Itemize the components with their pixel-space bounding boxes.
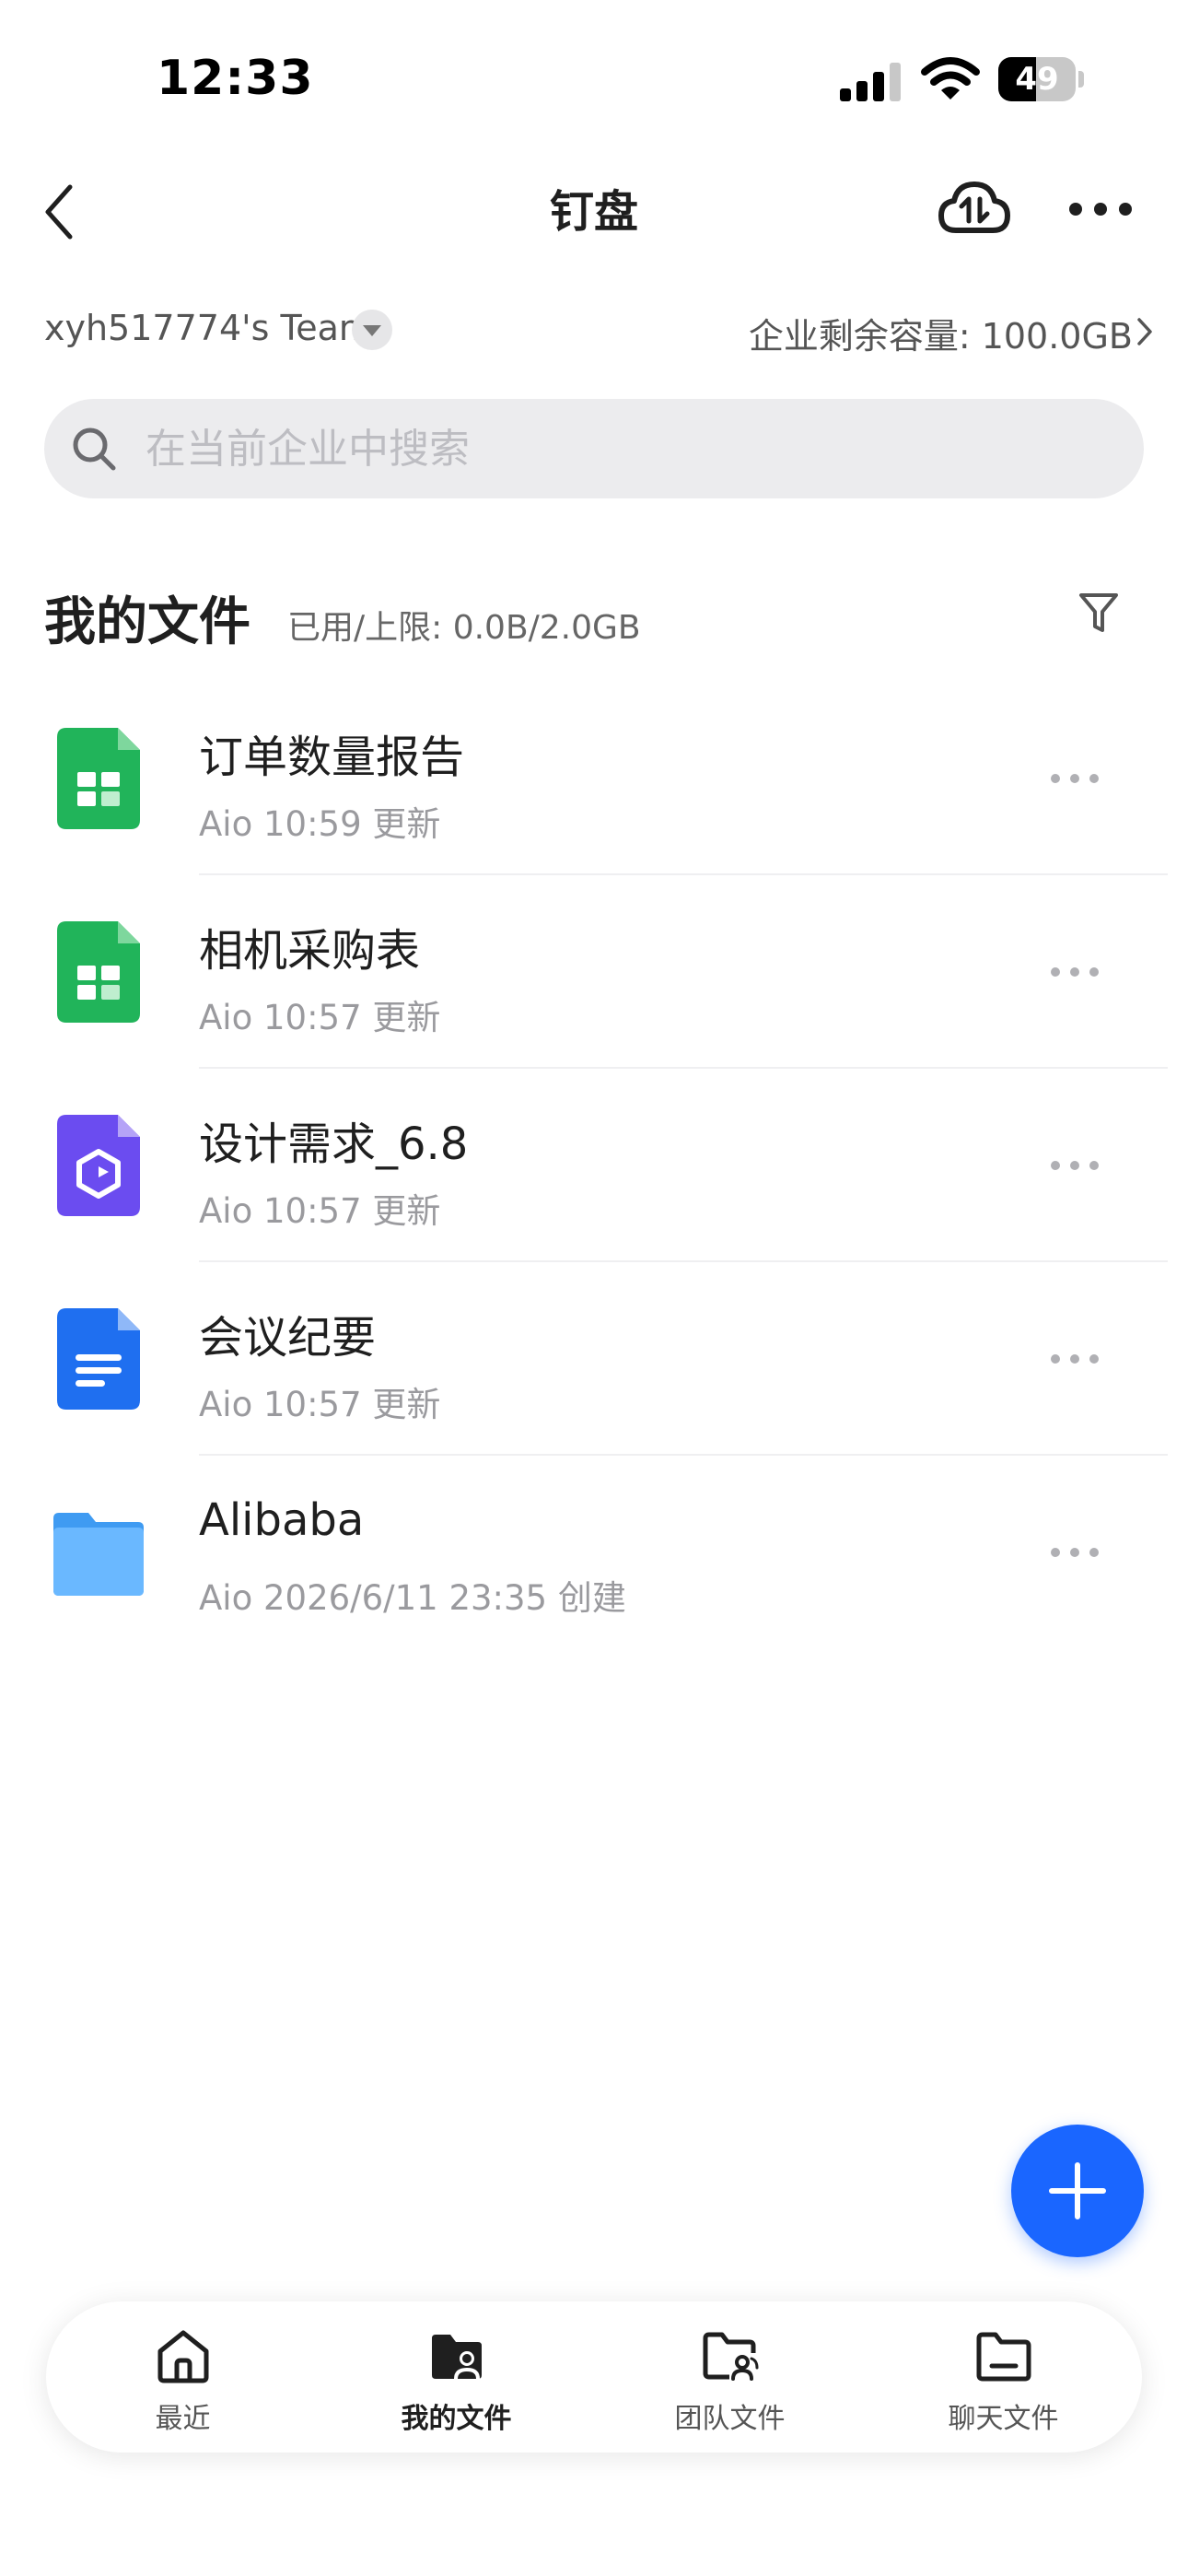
tab-team-files[interactable]: 团队文件 — [593, 2301, 867, 2453]
more-options-icon[interactable] — [1068, 195, 1133, 223]
file-more-options-icon[interactable] — [1050, 958, 1100, 986]
chevron-right-icon[interactable] — [1136, 317, 1153, 346]
file-meta: Aio 10:57 更新 — [199, 1191, 441, 1231]
wifi-icon — [921, 57, 980, 100]
folder-icon — [53, 1513, 144, 1596]
tab-label: 最近 — [155, 2403, 211, 2435]
tab-chat-files[interactable]: 聊天文件 — [867, 2301, 1140, 2453]
back-chevron-icon[interactable] — [39, 180, 79, 244]
spreadsheet-icon — [57, 728, 140, 829]
team-dropdown-icon[interactable] — [352, 310, 392, 350]
my-files-icon — [432, 2335, 482, 2379]
filter-icon[interactable] — [1077, 590, 1120, 636]
cloud-transfer-icon[interactable] — [938, 177, 1011, 243]
file-row[interactable]: 相机采购表 Aio 10:57 更新 — [0, 875, 1188, 1069]
file-name: Alibaba — [199, 1494, 365, 1546]
plus-icon — [1049, 2162, 1106, 2219]
battery-indicator: 49 — [998, 57, 1084, 101]
status-bar: 12:33 49 — [0, 0, 1188, 157]
home-icon — [157, 2330, 209, 2383]
team-row: xyh517774's Team 企业剩余容量: 100.0GB — [0, 295, 1188, 369]
file-name: 订单数量报告 — [199, 732, 465, 783]
tab-my-files[interactable]: 我的文件 — [320, 2301, 593, 2453]
file-row[interactable]: Alibaba Aio 2026/6/11 23:35 创建 — [0, 1456, 1188, 1649]
file-more-options-icon[interactable] — [1050, 1152, 1100, 1179]
file-name: 设计需求_6.8 — [199, 1118, 469, 1170]
section-header: 我的文件 已用/上限: 0.0B/2.0GB — [0, 562, 1188, 654]
search-bar[interactable] — [44, 399, 1144, 498]
team-name[interactable]: xyh517774's Team — [44, 308, 373, 348]
file-row[interactable]: 会议纪要 Aio 10:57 更新 — [0, 1262, 1188, 1456]
file-meta: Aio 10:59 更新 — [199, 804, 441, 844]
document-icon — [57, 1308, 140, 1410]
file-meta: Aio 2026/6/11 23:35 创建 — [199, 1578, 626, 1618]
chat-files-icon — [976, 2332, 1031, 2382]
storage-usage: 已用/上限: 0.0B/2.0GB — [287, 609, 641, 647]
tab-label: 聊天文件 — [948, 2403, 1059, 2435]
bottom-tab-bar: 最近 我的文件 团队文件 聊天文件 — [46, 2301, 1142, 2453]
battery-level: 49 — [1015, 61, 1059, 98]
file-more-options-icon[interactable] — [1050, 1539, 1100, 1566]
add-button[interactable] — [1011, 2125, 1144, 2257]
nav-bar: 钉盘 — [0, 157, 1188, 267]
file-name: 相机采购表 — [199, 925, 421, 977]
tab-label: 团队文件 — [674, 2403, 786, 2435]
team-files-icon — [703, 2332, 759, 2381]
search-input[interactable] — [146, 399, 1103, 498]
file-more-options-icon[interactable] — [1050, 765, 1100, 792]
spreadsheet-icon — [57, 921, 140, 1023]
cellular-signal-icon — [840, 63, 901, 101]
tab-recent[interactable]: 最近 — [46, 2301, 320, 2453]
file-row[interactable]: 设计需求_6.8 Aio 10:57 更新 — [0, 1069, 1188, 1262]
tab-label: 我的文件 — [401, 2403, 512, 2435]
page: 12:33 49 钉盘 xyh517774's Team 企业剩余容量: 100… — [0, 0, 1188, 2576]
file-more-options-icon[interactable] — [1050, 1345, 1100, 1373]
file-meta: Aio 10:57 更新 — [199, 1385, 441, 1424]
whiteboard-icon — [57, 1115, 140, 1216]
section-title: 我的文件 — [44, 592, 250, 652]
file-meta: Aio 10:57 更新 — [199, 998, 441, 1037]
status-time: 12:33 — [157, 51, 314, 106]
search-icon — [73, 427, 116, 471]
file-row[interactable]: 订单数量报告 Aio 10:59 更新 — [0, 682, 1188, 875]
enterprise-capacity[interactable]: 企业剩余容量: 100.0GB — [749, 308, 1133, 358]
file-list: 订单数量报告 Aio 10:59 更新 相机采购表 Aio 10:57 更新 设… — [0, 682, 1188, 1649]
file-name: 会议纪要 — [199, 1312, 377, 1364]
